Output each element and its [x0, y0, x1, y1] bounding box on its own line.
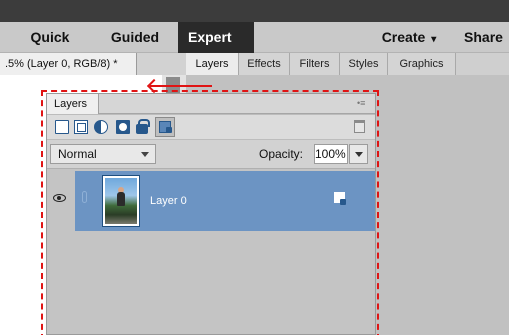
tab-styles[interactable]: Styles — [340, 53, 388, 75]
chevron-down-icon — [141, 152, 149, 157]
panel-menu-icon[interactable]: •≡ — [357, 98, 369, 108]
layer-thumbnail — [102, 175, 140, 227]
lock-icon[interactable] — [136, 119, 150, 134]
layers-panel-title[interactable]: Layers — [47, 94, 99, 114]
mode-bar: Quick Guided Expert Create ▾ Share — [0, 22, 509, 53]
chevron-down-icon: ▾ — [431, 34, 437, 45]
blend-mode-value: Normal — [58, 147, 97, 161]
layers-panel: Layers •≡ Normal Opacity: 100% Layer 0 — [46, 93, 376, 335]
tab-graphics[interactable]: Graphics — [388, 53, 456, 75]
layers-panel-header[interactable]: Layers •≡ — [47, 94, 375, 114]
mode-tab-expert[interactable]: Expert — [178, 22, 254, 53]
layer-lock-all-icon — [334, 192, 348, 206]
new-layer-icon[interactable] — [55, 120, 69, 134]
create-menu-button[interactable]: Create ▾ — [368, 22, 450, 53]
share-menu-button[interactable]: Share — [458, 22, 509, 53]
layer-name[interactable]: Layer 0 — [150, 171, 187, 231]
mode-tab-quick[interactable]: Quick — [20, 22, 80, 53]
annotation-arrow — [146, 78, 212, 94]
lock-all-icon[interactable] — [155, 117, 175, 137]
adjustment-layer-icon[interactable] — [94, 120, 108, 134]
tab-filters[interactable]: Filters — [290, 53, 340, 75]
top-strip — [0, 0, 509, 22]
layer-row-selected[interactable]: Layer 0 — [75, 171, 375, 231]
new-group-icon[interactable] — [74, 120, 88, 134]
create-label: Create — [381, 29, 426, 45]
layers-toolbar — [47, 115, 375, 139]
tab-row-filler — [456, 53, 509, 75]
trash-icon[interactable] — [354, 120, 365, 133]
mode-tab-guided[interactable]: Guided — [100, 22, 170, 53]
arrow-left-icon — [146, 78, 162, 94]
thumbnail-person — [117, 192, 125, 206]
layer-row[interactable]: Layer 0 — [47, 171, 375, 231]
link-icon[interactable] — [82, 191, 87, 203]
opacity-label: Opacity: — [259, 147, 304, 161]
tab-layers[interactable]: Layers — [186, 53, 239, 75]
tab-row-gap — [137, 53, 186, 75]
blend-mode-select[interactable]: Normal — [50, 144, 156, 164]
tab-row: .5% (Layer 0, RGB/8) * Layers Effects Fi… — [0, 53, 509, 75]
blend-row: Normal Opacity: 100% — [47, 139, 375, 169]
document-tab[interactable]: .5% (Layer 0, RGB/8) * — [0, 53, 137, 75]
opacity-dropdown-button[interactable] — [349, 144, 368, 164]
layer-list: Layer 0 — [47, 169, 375, 334]
layer-mask-icon[interactable] — [116, 120, 130, 134]
tab-effects[interactable]: Effects — [239, 53, 290, 75]
opacity-input[interactable]: 100% — [314, 144, 348, 164]
eye-icon[interactable] — [53, 194, 66, 202]
thumbnail-image — [105, 178, 137, 224]
